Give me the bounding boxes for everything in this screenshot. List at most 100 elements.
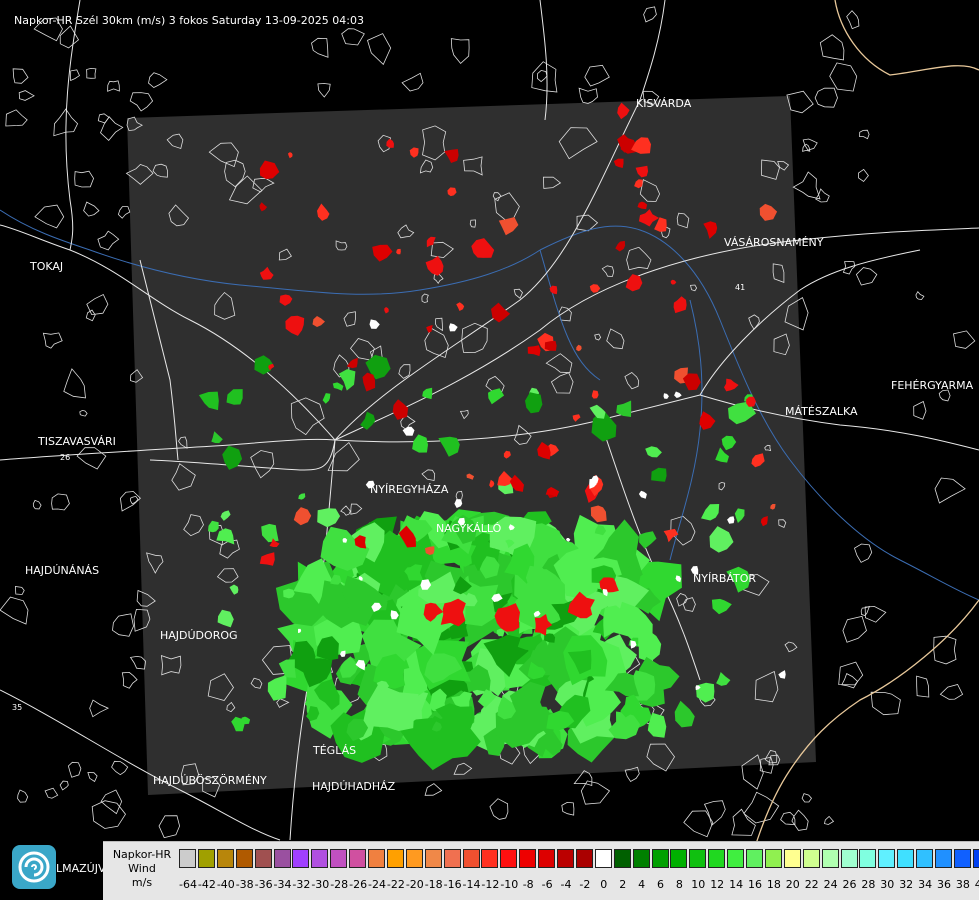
legend-swatch bbox=[935, 849, 952, 868]
settlement-outline bbox=[841, 673, 859, 689]
legend-swatch bbox=[670, 849, 688, 868]
city-label-hajduhadhaz: HAJDÚHADHÁZ bbox=[312, 780, 396, 793]
road-number-label: 35 bbox=[12, 703, 22, 712]
legend-swatch bbox=[216, 849, 234, 868]
settlement-outline bbox=[489, 798, 509, 820]
settlement-outline bbox=[367, 33, 392, 66]
legend-swatch bbox=[821, 849, 839, 868]
legend-swatch bbox=[386, 849, 404, 868]
settlement-outline bbox=[578, 87, 598, 104]
city-label-mateszalka: MÁTÉSZALKA bbox=[785, 405, 858, 418]
color-legend: Napkor-HR Wind m/s -64 -42 -40 -38 -36 -34 -32… bbox=[103, 841, 979, 900]
legend-swatch bbox=[897, 849, 915, 868]
settlement-outline bbox=[79, 409, 88, 417]
legend-swatch bbox=[916, 849, 934, 868]
settlement-outline bbox=[44, 787, 59, 799]
settlement-outline bbox=[915, 291, 925, 301]
legend-swatch bbox=[368, 849, 385, 868]
settlement-outline bbox=[129, 92, 154, 112]
legend-swatch bbox=[840, 849, 858, 868]
settlement-outline bbox=[83, 201, 100, 217]
settlement-outline bbox=[5, 109, 28, 127]
city-label-hajduboszormeny: HAJDÚBÖSZÖRMÉNY bbox=[153, 774, 267, 787]
settlement-outline bbox=[561, 801, 575, 816]
legend-swatch bbox=[349, 849, 367, 868]
legend-title-line: Wind bbox=[128, 862, 156, 875]
legend-swatch bbox=[613, 849, 631, 868]
settlement-outline bbox=[130, 495, 139, 505]
legend-swatch bbox=[746, 849, 763, 868]
legend-swatch bbox=[330, 849, 348, 868]
legend-swatch bbox=[878, 849, 896, 868]
map-title: Napkor-HR Szél 30km (m/s) 3 fokos Saturd… bbox=[14, 14, 364, 27]
settlement-outline bbox=[933, 635, 957, 665]
settlement-outline bbox=[953, 330, 976, 349]
city-label-fehergyarmat: FEHÉRGYARMA bbox=[891, 379, 974, 392]
settlement-outline bbox=[86, 67, 97, 79]
radar-map: 26 35 41 bbox=[0, 0, 979, 900]
legend-tick-label: 40 bbox=[974, 878, 979, 891]
legend-swatch bbox=[727, 849, 745, 868]
settlement-outline bbox=[311, 37, 329, 58]
settlement-outline bbox=[424, 783, 443, 796]
settlement-outline bbox=[743, 791, 780, 824]
settlement-outline bbox=[14, 586, 25, 595]
city-label-tiszavasvari: TISZAVASVÁRI bbox=[38, 435, 116, 448]
legend-title: Napkor-HR Wind m/s bbox=[107, 848, 177, 890]
settlement-outline bbox=[857, 168, 869, 183]
legend-title-line: m/s bbox=[131, 876, 153, 889]
settlement-outline bbox=[854, 543, 873, 563]
settlement-outline bbox=[792, 171, 821, 200]
settlement-outline bbox=[129, 655, 147, 670]
settlement-outline bbox=[791, 809, 809, 831]
radar-map-view: 26 35 41 Napkor-HR Szél 30km (m/s) 3 fokos… bbox=[0, 0, 979, 900]
settlement-outline bbox=[76, 447, 107, 470]
settlement-outline bbox=[317, 83, 331, 98]
settlement-outline bbox=[842, 615, 867, 643]
settlement-outline bbox=[158, 815, 181, 839]
settlement-outline bbox=[67, 761, 82, 778]
road-number-label: 41 bbox=[735, 283, 745, 292]
city-label-nagykallo: NAGYKÁLLÓ bbox=[436, 522, 502, 535]
settlement-outline bbox=[731, 808, 756, 836]
wind-echo bbox=[544, 340, 557, 351]
legend-swatch bbox=[500, 849, 518, 868]
settlement-outline bbox=[531, 61, 558, 93]
settlement-outline bbox=[12, 68, 29, 84]
settlement-outline bbox=[148, 72, 168, 88]
legend-swatch bbox=[953, 849, 971, 868]
legend-swatch bbox=[632, 849, 650, 868]
legend-swatch bbox=[689, 849, 707, 868]
settlement-outline bbox=[829, 62, 858, 92]
settlement-outline bbox=[112, 613, 134, 637]
settlement-outline bbox=[117, 206, 131, 219]
legend-swatch bbox=[519, 849, 537, 868]
settlement-outline bbox=[815, 188, 830, 203]
boundary-line bbox=[834, 0, 979, 76]
settlement-outline bbox=[42, 332, 63, 349]
legend-swatch bbox=[575, 849, 593, 868]
settlement-outline bbox=[819, 34, 845, 61]
legend-swatch bbox=[557, 849, 574, 868]
settlement-outline bbox=[536, 69, 548, 83]
settlement-outline bbox=[121, 671, 138, 689]
settlement-outline bbox=[74, 170, 95, 188]
legend-swatch bbox=[462, 849, 480, 868]
settlement-outline bbox=[913, 400, 927, 420]
settlement-outline bbox=[18, 90, 35, 101]
settlement-outline bbox=[100, 116, 124, 141]
settlement-outline bbox=[450, 38, 470, 64]
legend-title-line: Napkor-HR bbox=[112, 848, 172, 861]
settlement-outline bbox=[584, 64, 610, 87]
city-label-kisvarda: KISVÁRDA bbox=[636, 97, 692, 110]
city-label-vasarosnameny: VÁSÁROSNAMÉNY bbox=[724, 236, 824, 249]
settlement-outline bbox=[801, 793, 813, 803]
city-label-tokaj: TOKAJ bbox=[30, 260, 64, 273]
settlement-outline bbox=[87, 772, 98, 783]
settlement-outline bbox=[89, 699, 110, 718]
settlement-outline bbox=[643, 6, 657, 23]
settlement-outline bbox=[32, 499, 42, 510]
settlement-outline bbox=[814, 87, 838, 108]
legend-swatch bbox=[235, 849, 253, 868]
city-label-teglas: TÉGLÁS bbox=[313, 744, 357, 757]
